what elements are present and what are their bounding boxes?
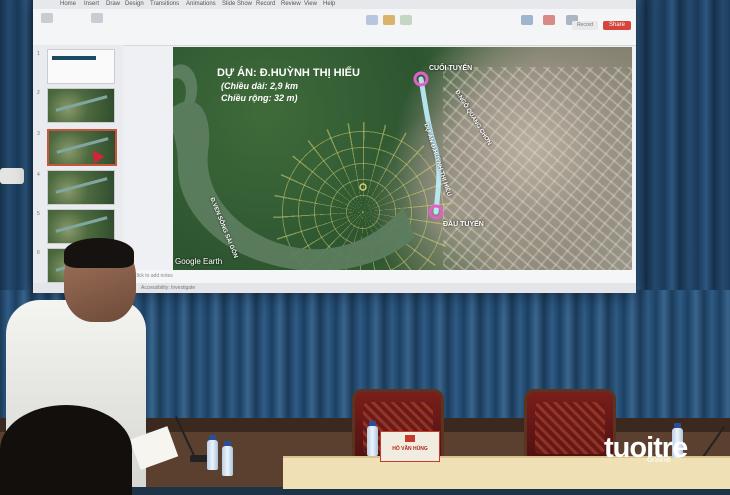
slide-number: 3 xyxy=(37,131,40,137)
slide-number: 1 xyxy=(37,51,40,57)
nameplate-emblem xyxy=(405,435,415,442)
arrange-icon[interactable] xyxy=(383,15,395,25)
wall-projector xyxy=(0,168,24,184)
record-button[interactable]: Record xyxy=(572,21,598,30)
logo-wordmark: tuoitre xyxy=(604,432,688,464)
share-button[interactable]: Share xyxy=(603,21,631,30)
slide-thumbnail-3-selected[interactable] xyxy=(47,129,117,166)
project-length: (Chiều dài: 2,9 km xyxy=(221,81,299,91)
accessibility-status[interactable]: Accessibility: Investigate xyxy=(141,285,195,291)
tab-draw[interactable]: Draw xyxy=(106,1,120,7)
nameplate: HỒ VĂN HÙNG xyxy=(380,431,440,462)
route-end-label: CUỐI TUYẾN xyxy=(429,65,473,72)
slide-number: 2 xyxy=(37,90,40,96)
tab-slide-show[interactable]: Slide Show xyxy=(222,1,252,7)
slide-thumbnail-4[interactable] xyxy=(47,170,115,205)
tab-home[interactable]: Home xyxy=(60,1,76,7)
tuoitre-logo: tuoitre online xyxy=(604,432,722,472)
notes-placeholder: Click to add notes xyxy=(133,273,173,279)
google-earth-watermark: Google Earth xyxy=(175,257,223,266)
project-width: Chiều rộng: 32 m) xyxy=(221,93,298,103)
tab-help[interactable]: Help xyxy=(323,1,335,7)
route-start-label: ĐẦU TUYẾN xyxy=(443,221,484,228)
ribbon-tab-bar: Home Insert Draw Design Transitions Anim… xyxy=(33,0,636,9)
slide-number: 6 xyxy=(37,250,40,256)
slide-title: DỰ ÁN: Đ.HUỲNH THỊ HIẾU xyxy=(217,67,360,79)
speaker-hair xyxy=(64,238,134,268)
slide-thumbnail-2[interactable] xyxy=(47,88,115,123)
water-bottle xyxy=(207,435,218,470)
addins-icon[interactable] xyxy=(543,15,555,25)
tab-insert[interactable]: Insert xyxy=(84,1,99,7)
nameplate-name: HỒ VĂN HÙNG xyxy=(392,446,428,452)
river-upper xyxy=(173,64,198,105)
ribbon-toolbar: Record Share xyxy=(33,9,636,46)
shapes-icon[interactable] xyxy=(366,15,378,25)
tab-design[interactable]: Design xyxy=(125,1,144,7)
water-bottle xyxy=(222,441,233,476)
tab-record[interactable]: Record xyxy=(256,1,275,7)
tab-transitions[interactable]: Transitions xyxy=(150,1,179,7)
foreground-attendee-head xyxy=(0,405,132,495)
tab-review[interactable]: Review xyxy=(281,1,301,7)
dictate-icon[interactable] xyxy=(521,15,533,25)
saigon-river xyxy=(173,101,415,272)
center-roundabout xyxy=(359,183,367,191)
notes-pane[interactable]: Click to add notes xyxy=(123,270,636,283)
logo-online: online xyxy=(647,454,672,464)
tab-animations[interactable]: Animations xyxy=(186,1,216,7)
tab-view[interactable]: View xyxy=(304,1,317,7)
chair-right xyxy=(524,389,616,461)
slide-number: 5 xyxy=(37,211,40,217)
slide-thumbnail-1[interactable] xyxy=(47,49,115,84)
quick-styles-icon[interactable] xyxy=(400,15,412,25)
slide-number: 4 xyxy=(37,172,40,178)
satellite-map-slide: DỰ ÁN: Đ.HUỲNH THỊ HIẾU (Chiều dài: 2,9 … xyxy=(173,47,632,272)
paste-icon[interactable] xyxy=(41,13,53,23)
new-slide-icon[interactable] xyxy=(91,13,103,23)
water-bottle xyxy=(367,421,378,456)
